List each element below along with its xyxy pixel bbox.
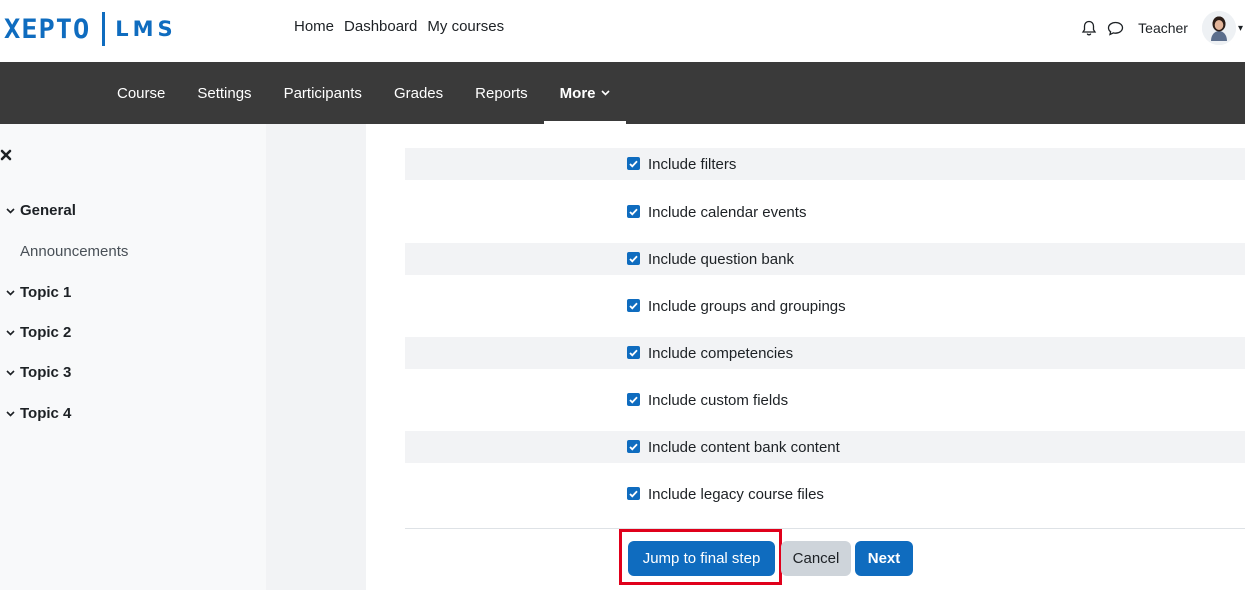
- course-index-section-label: Topic 3: [20, 364, 72, 381]
- secondary-navigation: Course Settings Participants Grades Repo…: [0, 62, 1245, 124]
- setting-label: Include content bank content: [648, 438, 840, 456]
- setting-row: Include competencies: [405, 337, 1245, 369]
- avatar[interactable]: [1201, 11, 1236, 45]
- course-index-section-topic-4[interactable]: Topic 4: [0, 405, 71, 422]
- include-question-bank-checkbox[interactable]: [627, 252, 640, 265]
- close-icon[interactable]: [0, 146, 12, 166]
- tab-participants[interactable]: Participants: [268, 62, 378, 124]
- include-custom-fields-checkbox[interactable]: [627, 393, 640, 406]
- course-index-drawer: General Announcements Topic 1 Topic 2 To…: [0, 124, 266, 590]
- nav-my-courses[interactable]: My courses: [427, 18, 504, 35]
- chevron-down-icon: [600, 88, 610, 99]
- chevron-down-icon[interactable]: [0, 287, 20, 299]
- logo-lms-text: LMS: [115, 17, 177, 41]
- page-gutter: [266, 124, 366, 590]
- setting-row: Include filters: [405, 148, 1245, 180]
- tab-course[interactable]: Course: [101, 62, 181, 124]
- user-area: Teacher ▾: [1078, 10, 1245, 46]
- tab-reports[interactable]: Reports: [459, 62, 544, 124]
- setting-label: Include question bank: [648, 250, 794, 268]
- jump-to-final-step-button[interactable]: Jump to final step: [628, 541, 775, 576]
- course-index-section-topic-2[interactable]: Topic 2: [0, 324, 71, 341]
- setting-row: Include legacy course files: [405, 478, 1245, 510]
- cancel-button[interactable]: Cancel: [781, 541, 851, 576]
- course-index-section-label: Topic 1: [20, 284, 72, 301]
- chevron-down-icon[interactable]: ▾: [1238, 23, 1243, 34]
- logo-divider: [102, 12, 106, 46]
- chevron-down-icon[interactable]: [0, 327, 20, 339]
- course-index-section-label: Topic 2: [20, 324, 72, 341]
- course-index-section-topic-1[interactable]: Topic 1: [0, 284, 71, 301]
- setting-label: Include custom fields: [648, 391, 789, 409]
- form-divider: [405, 528, 1245, 529]
- course-index-section-label: Topic 4: [20, 405, 72, 422]
- bell-icon[interactable]: [1078, 17, 1100, 39]
- setting-row: Include question bank: [405, 243, 1245, 275]
- setting-label: Include competencies: [648, 344, 794, 362]
- nav-dashboard[interactable]: Dashboard: [344, 18, 417, 35]
- chevron-down-icon[interactable]: [0, 205, 20, 217]
- chat-bubble-icon[interactable]: [1104, 17, 1126, 39]
- course-index-activity-label: Announcements: [20, 243, 129, 260]
- tab-more[interactable]: More: [543, 62, 626, 124]
- setting-row: Include groups and groupings: [405, 290, 1245, 322]
- setting-label: Include calendar events: [648, 203, 807, 221]
- tab-grades[interactable]: Grades: [378, 62, 459, 124]
- nav-home[interactable]: Home: [294, 18, 334, 35]
- include-calendar-events-checkbox[interactable]: [627, 205, 640, 218]
- include-competencies-checkbox[interactable]: [627, 346, 640, 359]
- backup-settings-form: Include filters Include calendar events …: [366, 124, 1245, 590]
- tab-settings[interactable]: Settings: [181, 62, 267, 124]
- setting-row: Include calendar events: [405, 196, 1245, 228]
- setting-label: Include filters: [648, 155, 737, 173]
- include-groups-checkbox[interactable]: [627, 299, 640, 312]
- course-index-section-label: General: [20, 202, 76, 219]
- course-index-section-general[interactable]: General: [0, 202, 76, 219]
- user-name[interactable]: Teacher: [1138, 20, 1188, 36]
- setting-label: Include groups and groupings: [648, 297, 846, 315]
- include-content-bank-checkbox[interactable]: [627, 440, 640, 453]
- setting-label: Include legacy course files: [648, 485, 824, 503]
- course-index-section-topic-3[interactable]: Topic 3: [0, 364, 71, 381]
- logo-xepto-text: XEPTO: [4, 13, 91, 45]
- tab-more-label: More: [559, 84, 596, 102]
- setting-row: Include custom fields: [405, 384, 1245, 416]
- chevron-down-icon[interactable]: [0, 408, 20, 420]
- next-button[interactable]: Next: [855, 541, 913, 576]
- include-filters-checkbox[interactable]: [627, 157, 640, 170]
- site-logo[interactable]: XEPTO LMS: [4, 12, 177, 46]
- primary-navigation: Home Dashboard My courses: [294, 18, 504, 35]
- setting-row: Include content bank content: [405, 431, 1245, 463]
- include-legacy-files-checkbox[interactable]: [627, 487, 640, 500]
- chevron-down-icon[interactable]: [0, 367, 20, 379]
- top-navbar: XEPTO LMS Home Dashboard My courses Teac…: [0, 0, 1245, 62]
- course-index-activity-announcements[interactable]: Announcements: [20, 243, 128, 260]
